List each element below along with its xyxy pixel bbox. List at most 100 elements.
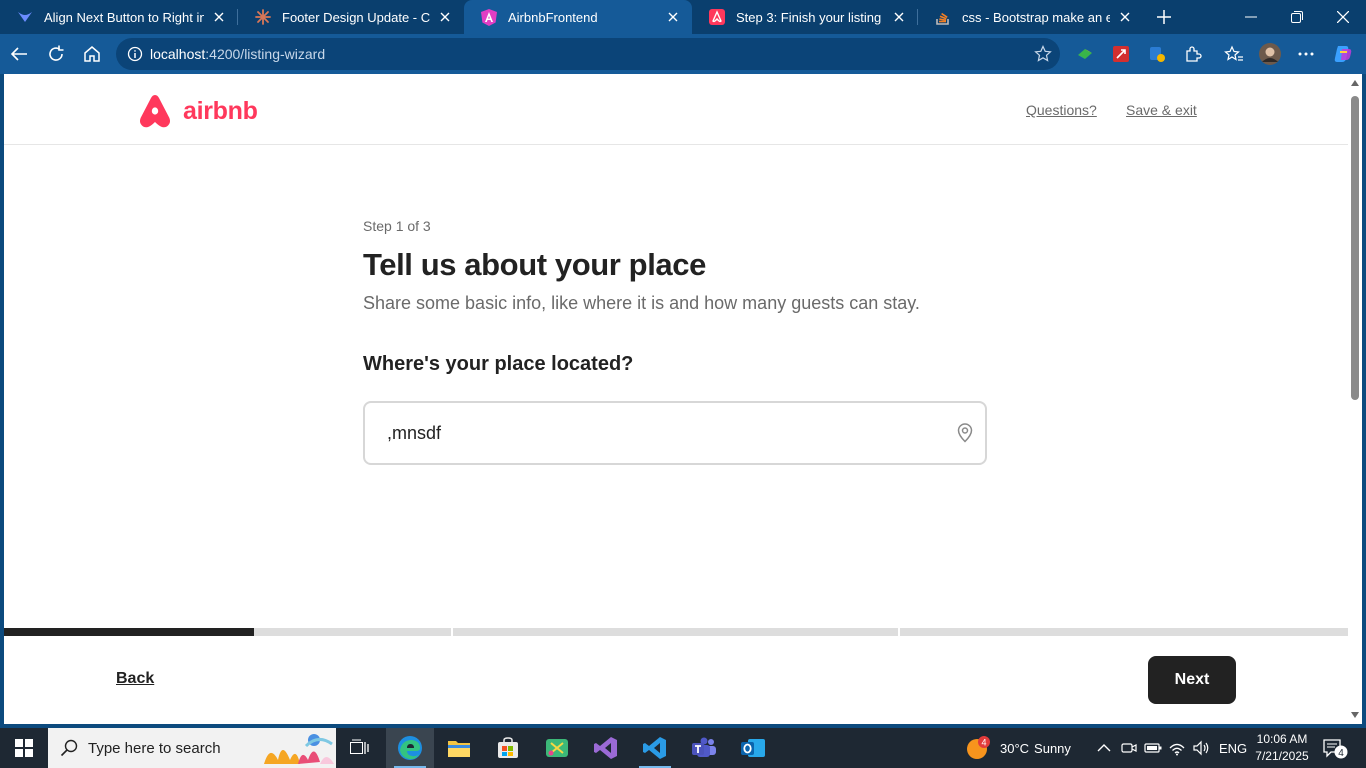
browser-tab[interactable]: Step 3: Finish your listing - Airb	[692, 0, 918, 34]
minimize-button[interactable]	[1228, 0, 1274, 34]
site-header: airbnb Questions? Save & exit	[4, 74, 1348, 145]
start-button[interactable]	[0, 728, 48, 768]
questions-link[interactable]: Questions?	[1026, 102, 1097, 118]
taskbar-teams[interactable]	[680, 728, 728, 768]
close-tab-icon[interactable]	[890, 8, 908, 26]
claude-icon	[254, 8, 272, 26]
address-bar[interactable]: localhost:4200/listing-wizard	[116, 38, 1060, 70]
chevron-up-icon	[1097, 744, 1111, 752]
location-field[interactable]	[363, 401, 987, 465]
page-subtitle: Share some basic info, like where it is …	[363, 293, 920, 313]
stackoverflow-icon	[934, 8, 952, 26]
extension-office-icon[interactable]	[1145, 42, 1169, 66]
language-indicator[interactable]: ENG	[1219, 728, 1247, 768]
notifications-button[interactable]: 4	[1322, 728, 1348, 768]
browser-tab[interactable]: Footer Design Update - Claude	[238, 0, 464, 34]
browser-tab[interactable]: css - Bootstrap make an elemen	[918, 0, 1144, 34]
close-tab-icon[interactable]	[210, 8, 228, 26]
snipping-tool-icon	[546, 739, 568, 757]
home-button[interactable]	[77, 40, 107, 68]
arrow-left-icon	[10, 47, 27, 61]
url-text: localhost:4200/listing-wizard	[150, 46, 326, 62]
step-indicator: Step 1 of 3	[363, 218, 431, 234]
svg-text:4: 4	[1338, 748, 1344, 759]
taskbar-outlook[interactable]	[729, 728, 777, 768]
search-icon	[60, 739, 78, 757]
refresh-button[interactable]	[41, 40, 71, 68]
favorite-star-icon[interactable]	[1026, 45, 1060, 63]
browser-tab-active[interactable]: AirbnbFrontend	[464, 0, 692, 34]
back-button[interactable]: Back	[116, 670, 154, 688]
close-window-button[interactable]	[1320, 0, 1366, 34]
taskbar-visual-studio[interactable]	[582, 728, 630, 768]
wifi-icon[interactable]	[1168, 728, 1186, 768]
browser-tab-strip: Align Next Button to Right in Fo Footer …	[0, 0, 1366, 34]
page-title: Tell us about your place	[363, 247, 706, 282]
plus-icon	[1157, 10, 1171, 24]
page-viewport: airbnb Questions? Save & exit Step 1 of …	[4, 74, 1348, 724]
airbnb-icon	[708, 8, 726, 26]
weather-condition: Sunny	[1034, 740, 1071, 756]
location-input[interactable]	[387, 419, 947, 447]
brand-name: airbnb	[183, 96, 258, 125]
airbnb-logo[interactable]: airbnb	[139, 94, 258, 128]
meet-now-icon[interactable]	[1121, 728, 1137, 768]
browser-toolbar: localhost:4200/listing-wizard	[0, 34, 1366, 74]
store-icon	[498, 737, 518, 758]
weather-widget[interactable]: 4 30°C Sunny	[966, 728, 1071, 768]
taskbar-file-explorer[interactable]	[435, 728, 483, 768]
profile-avatar[interactable]	[1258, 42, 1282, 66]
task-view-icon	[350, 739, 369, 754]
folder-icon	[448, 741, 470, 757]
tab-title: Footer Design Update - Claude	[282, 9, 430, 25]
outlook-icon	[741, 739, 765, 757]
browser-tab[interactable]: Align Next Button to Right in Fo	[0, 0, 238, 34]
taskbar-edge[interactable]	[386, 728, 434, 768]
search-placeholder: Type here to search	[88, 739, 221, 757]
scroll-down-arrow-icon[interactable]	[1351, 712, 1359, 718]
new-tab-button[interactable]	[1144, 0, 1184, 34]
tab-title: css - Bootstrap make an elemen	[962, 9, 1110, 25]
teams-icon	[692, 737, 716, 757]
angular-icon	[480, 8, 498, 26]
taskbar-vscode[interactable]	[631, 728, 679, 768]
show-hidden-icons[interactable]	[1097, 728, 1111, 768]
task-view-button[interactable]	[336, 728, 384, 768]
progress-segment	[453, 628, 898, 636]
volume-icon[interactable]	[1192, 728, 1210, 768]
wizard-step-content: Step 1 of 3 Tell us about your place Sha…	[363, 218, 1003, 465]
taskbar-snipping-tool[interactable]	[533, 728, 581, 768]
back-nav-button[interactable]	[4, 40, 34, 68]
taskbar-clock[interactable]: 10:06 AM 7/21/2025	[1255, 731, 1309, 765]
battery-icon[interactable]	[1144, 728, 1162, 768]
copilot-icon[interactable]	[1331, 42, 1355, 66]
extension-red-icon[interactable]	[1109, 42, 1133, 66]
extension-colorful-icon[interactable]	[1073, 42, 1097, 66]
svg-text:4: 4	[981, 738, 986, 748]
location-question: Where's your place located?	[363, 353, 634, 375]
more-menu-icon[interactable]	[1294, 42, 1318, 66]
page-scrollbar[interactable]	[1348, 74, 1362, 724]
vscode-icon	[643, 737, 666, 759]
close-tab-icon[interactable]	[664, 8, 682, 26]
progress-segment	[4, 628, 451, 636]
scrollbar-thumb[interactable]	[1351, 96, 1359, 400]
taskbar-store[interactable]	[484, 728, 532, 768]
home-icon	[84, 46, 100, 62]
clock-time: 10:06 AM	[1256, 732, 1308, 746]
wizard-progress-bar	[4, 628, 1348, 636]
info-icon[interactable]	[120, 46, 150, 62]
scroll-up-arrow-icon[interactable]	[1351, 80, 1359, 86]
taskbar-search[interactable]: Type here to search	[48, 728, 336, 768]
save-exit-link[interactable]: Save & exit	[1126, 102, 1197, 118]
extensions-puzzle-icon[interactable]	[1181, 42, 1205, 66]
progress-segment	[900, 628, 1348, 636]
favorites-icon[interactable]	[1222, 42, 1246, 66]
tab-title: Step 3: Finish your listing - Airb	[736, 9, 884, 25]
restore-button[interactable]	[1274, 0, 1320, 34]
close-tab-icon[interactable]	[1116, 8, 1134, 26]
edge-icon	[398, 736, 422, 760]
close-tab-icon[interactable]	[436, 8, 454, 26]
airbnb-logo-icon	[139, 95, 171, 128]
next-button[interactable]: Next	[1148, 656, 1236, 704]
